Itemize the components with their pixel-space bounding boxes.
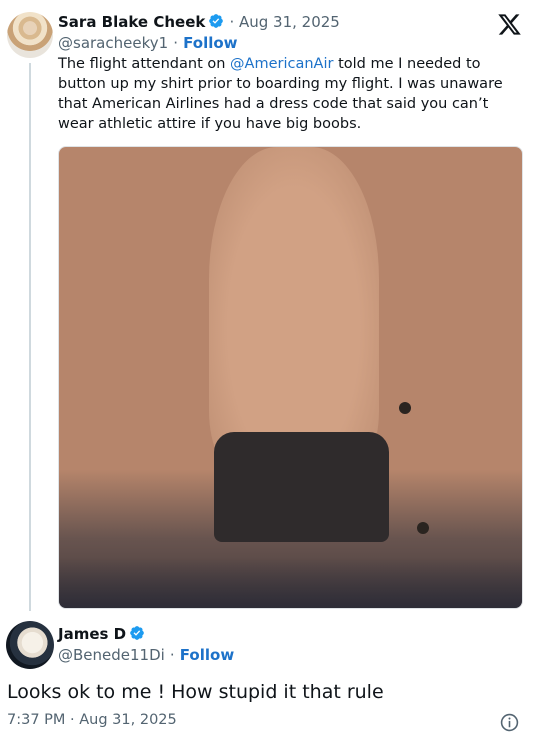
- reply-handle-row: @Benede11Di · Follow: [58, 645, 234, 664]
- reply-timestamp[interactable]: 7:37 PM · Aug 31, 2025: [7, 712, 177, 728]
- follow-button[interactable]: Follow: [183, 34, 237, 52]
- follow-button[interactable]: Follow: [180, 646, 234, 664]
- tweet-text: The flight attendant on @AmericanAir tol…: [58, 54, 518, 134]
- image-region: [399, 402, 411, 414]
- info-icon[interactable]: [500, 713, 519, 732]
- avatar-james-d[interactable]: [6, 621, 54, 669]
- mention-link[interactable]: @AmericanAir: [230, 56, 333, 72]
- verified-badge-icon: [130, 626, 144, 640]
- image-region: [417, 522, 429, 534]
- author-row: Sara Blake Cheek · Aug 31, 2025: [58, 12, 340, 31]
- image-region: [59, 557, 522, 608]
- handle-separator: ·: [173, 34, 179, 52]
- handle-separator: ·: [169, 646, 175, 664]
- tweet-image[interactable]: [58, 146, 523, 609]
- thread-connector-line: [29, 63, 31, 611]
- verified-badge-icon: [209, 14, 224, 28]
- author-handle[interactable]: @saracheeky1: [58, 34, 168, 52]
- image-region: [209, 147, 379, 477]
- tweet-date[interactable]: · Aug 31, 2025: [229, 13, 339, 31]
- avatar-sara-blake-cheek[interactable]: [7, 12, 53, 58]
- reply-text: Looks ok to me ! How stupid it that rule: [7, 681, 384, 703]
- reply-author-handle[interactable]: @Benede11Di: [58, 646, 165, 664]
- image-region: [214, 432, 389, 542]
- x-logo-icon[interactable]: [497, 12, 522, 37]
- author-name[interactable]: Sara Blake Cheek: [58, 13, 205, 31]
- handle-row: @saracheeky1 · Follow: [58, 33, 238, 52]
- reply-author-name[interactable]: James D: [58, 625, 126, 643]
- tweet-text-part: The flight attendant on: [58, 56, 231, 72]
- reply-author-row: James D: [58, 624, 145, 643]
